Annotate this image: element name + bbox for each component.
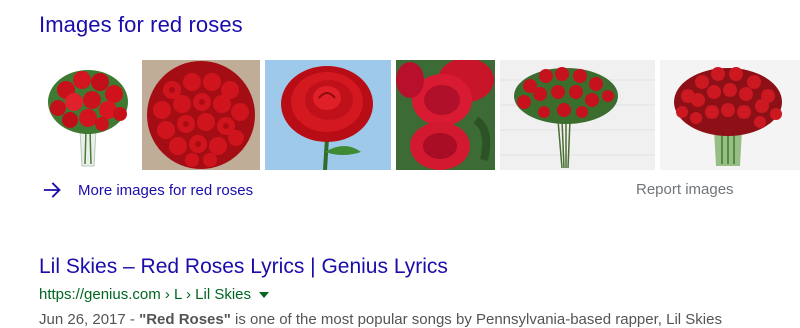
image-thumbnail-5[interactable] [500,60,655,170]
arrow-right-icon [43,182,61,198]
images-section-title[interactable]: Images for red roses [39,12,243,38]
dropdown-triangle-icon[interactable] [259,291,270,298]
snippet-bold: "Red Roses" [139,311,231,328]
snippet-text: is one of the most popular songs by Penn… [230,311,722,328]
image-thumbnail-3[interactable] [265,60,391,170]
more-images-row[interactable]: More images for red roses [42,178,253,202]
image-thumbnail-2[interactable] [142,60,260,170]
result-title-link[interactable]: Lil Skies – Red Roses Lyrics | Genius Ly… [39,255,448,279]
result-snippet: Jun 26, 2017 - "Red Roses" is one of the… [39,311,722,328]
snippet-date: Jun 26, 2017 - [39,311,140,328]
image-thumbnail-1[interactable] [42,60,134,170]
result-url: https://genius.com › L › Lil Skies [39,286,252,303]
report-images-link[interactable]: Report images [636,181,734,198]
more-images-link[interactable]: More images for red roses [78,182,253,199]
result-url-row: https://genius.com › L › Lil Skies [39,286,270,303]
image-thumbnail-6[interactable] [660,60,800,170]
image-thumbnail-4[interactable] [396,60,495,170]
